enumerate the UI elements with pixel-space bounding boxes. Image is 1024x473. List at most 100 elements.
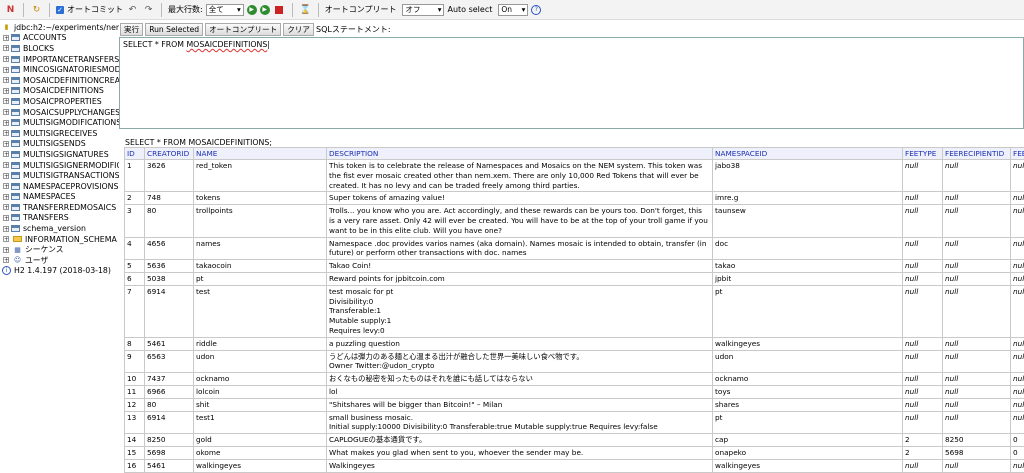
table-cell[interactable]: null <box>943 398 1011 411</box>
sequences-node[interactable]: + ▦ シーケンス <box>0 244 119 255</box>
commit-icon[interactable]: ↷ <box>142 3 155 16</box>
table-cell[interactable]: toys <box>713 385 903 398</box>
table-cell[interactable]: null <box>903 285 943 337</box>
table-cell[interactable]: null <box>1011 272 1024 285</box>
sql-editor[interactable]: SELECT * FROM MOSAICDEFINITIONS| <box>119 37 1024 129</box>
table-cell[interactable]: null <box>903 373 943 386</box>
table-cell[interactable]: 2 <box>903 434 943 447</box>
table-cell[interactable]: a puzzling question <box>327 337 713 350</box>
table-cell[interactable]: "Shitshares will be bigger than Bitcoin!… <box>327 398 713 411</box>
table-node[interactable]: +MOSAICDEFINITIONS <box>0 86 119 97</box>
table-cell[interactable]: null <box>1011 260 1024 273</box>
table-cell[interactable]: red_token <box>194 160 327 192</box>
table-cell[interactable]: null <box>903 398 943 411</box>
table-cell[interactable]: null <box>943 237 1011 260</box>
help-icon[interactable]: ? <box>531 5 541 15</box>
table-cell[interactable]: 6966 <box>145 385 194 398</box>
history-icon[interactable]: ⌛ <box>299 3 312 16</box>
expand-icon[interactable]: + <box>3 56 9 62</box>
table-node[interactable]: +TRANSFERREDMOSAICS <box>0 202 119 213</box>
table-cell[interactable]: null <box>943 285 1011 337</box>
table-cell[interactable]: cap <box>713 434 903 447</box>
expand-icon[interactable]: + <box>3 130 9 136</box>
table-cell[interactable]: tokens <box>194 192 327 205</box>
table-cell[interactable]: null <box>943 373 1011 386</box>
table-cell[interactable]: null <box>903 459 943 472</box>
table-cell[interactable]: null <box>943 160 1011 192</box>
table-cell[interactable]: 5698 <box>943 446 1011 459</box>
table-cell[interactable]: Namespace .doc provides varios names (ak… <box>327 237 713 260</box>
run-selected-icon[interactable]: ▶ <box>260 5 270 15</box>
table-cell[interactable]: 6 <box>125 272 145 285</box>
run-icon[interactable]: ▶ <box>247 5 257 15</box>
connection-node[interactable]: ▮ jdbc:h2:~/experiments/nem-expe <box>0 22 119 33</box>
table-node[interactable]: +TRANSFERS <box>0 213 119 224</box>
expand-icon[interactable]: + <box>3 257 9 263</box>
table-cell[interactable]: 13 <box>125 411 145 434</box>
table-cell[interactable]: null <box>903 205 943 237</box>
autocommit-checkbox[interactable]: ✓ <box>56 6 64 14</box>
table-cell[interactable]: null <box>1011 160 1024 192</box>
table-cell[interactable]: null <box>903 260 943 273</box>
column-header[interactable]: ID <box>125 148 145 160</box>
column-header[interactable]: DESCRIPTION <box>327 148 713 160</box>
table-cell[interactable]: null <box>943 350 1011 373</box>
table-cell[interactable]: 8 <box>125 337 145 350</box>
table-cell[interactable]: 5461 <box>145 337 194 350</box>
expand-icon[interactable]: + <box>3 151 9 157</box>
table-node[interactable]: +ACCOUNTS <box>0 33 119 44</box>
table-cell[interactable]: null <box>943 192 1011 205</box>
table-cell[interactable]: 80 <box>145 205 194 237</box>
table-cell[interactable]: pt <box>713 411 903 434</box>
expand-icon[interactable]: + <box>3 194 9 200</box>
table-cell[interactable]: null <box>903 411 943 434</box>
table-cell[interactable]: names <box>194 237 327 260</box>
table-cell[interactable]: null <box>1011 385 1024 398</box>
table-cell[interactable]: jpbit <box>713 272 903 285</box>
table-cell[interactable]: null <box>943 260 1011 273</box>
table-cell[interactable]: 1 <box>125 160 145 192</box>
table-cell[interactable]: 8250 <box>943 434 1011 447</box>
table-cell[interactable]: null <box>1011 350 1024 373</box>
table-cell[interactable]: test1 <box>194 411 327 434</box>
table-cell[interactable]: This token is to celebrate the release o… <box>327 160 713 192</box>
table-cell[interactable]: null <box>1011 285 1024 337</box>
table-cell[interactable]: lol <box>327 385 713 398</box>
expand-icon[interactable]: + <box>3 236 9 242</box>
table-node[interactable]: +MULTISIGSENDS <box>0 139 119 150</box>
table-cell[interactable]: null <box>943 411 1011 434</box>
table-cell[interactable]: 8250 <box>145 434 194 447</box>
table-cell[interactable]: jabo38 <box>713 160 903 192</box>
table-node[interactable]: +MULTISIGRECEIVES <box>0 128 119 139</box>
table-node[interactable]: +MOSAICSUPPLYCHANGES <box>0 107 119 118</box>
table-node[interactable]: +MOSAICPROPERTIES <box>0 96 119 107</box>
table-cell[interactable]: What makes you glad when sent to you, wh… <box>327 446 713 459</box>
table-cell[interactable]: null <box>943 385 1011 398</box>
table-cell[interactable]: takaocoin <box>194 260 327 273</box>
table-cell[interactable]: null <box>1011 237 1024 260</box>
disconnect-icon[interactable]: N <box>4 3 17 16</box>
table-cell[interactable]: lolcoin <box>194 385 327 398</box>
table-cell[interactable]: 5461 <box>145 459 194 472</box>
table-cell[interactable]: walkingeyes <box>194 459 327 472</box>
table-cell[interactable]: null <box>903 337 943 350</box>
expand-icon[interactable]: + <box>3 77 9 83</box>
table-cell[interactable]: test <box>194 285 327 337</box>
expand-icon[interactable]: + <box>3 35 9 41</box>
table-cell[interactable]: ocknamo <box>713 373 903 386</box>
table-cell[interactable]: null <box>903 160 943 192</box>
table-node[interactable]: +MULTISIGMODIFICATIONS <box>0 117 119 128</box>
table-cell[interactable]: 6914 <box>145 285 194 337</box>
table-cell[interactable]: Reward points for jpbitcoin.com <box>327 272 713 285</box>
table-cell[interactable]: null <box>943 337 1011 350</box>
table-cell[interactable]: walkingeyes <box>713 337 903 350</box>
table-cell[interactable]: 80 <box>145 398 194 411</box>
table-cell[interactable]: gold <box>194 434 327 447</box>
max-rows-select[interactable]: 全て ▾ <box>206 4 244 16</box>
table-node[interactable]: +NAMESPACEPROVISIONS <box>0 181 119 192</box>
table-cell[interactable]: CAPLOGUEの基本通貨です。 <box>327 434 713 447</box>
expand-icon[interactable]: + <box>3 173 9 179</box>
clear-button[interactable]: クリア <box>283 23 314 36</box>
stop-icon[interactable] <box>273 3 286 16</box>
column-header[interactable]: CREATORID <box>145 148 194 160</box>
